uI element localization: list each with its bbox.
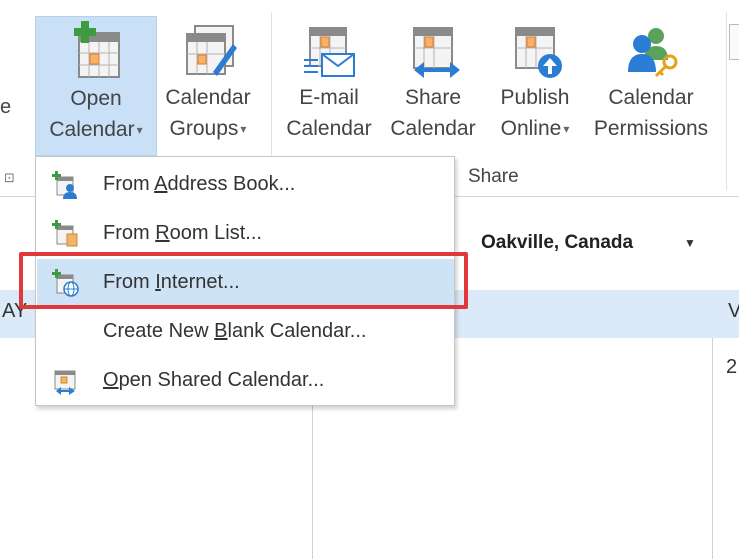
publish-online-label-2: Online [500,117,562,140]
calendar-permissions-label: Calendar [608,86,694,109]
ribbon-cut-off-text: e [0,96,12,118]
shared-calendar-icon [54,370,76,395]
calendar-permissions-button[interactable]: Calendar Permissions [585,16,717,156]
internet-calendar-icon [52,269,79,297]
calendar-groups-button[interactable]: Calendar Groups ▾ [158,16,258,156]
menu-item-from-address-book[interactable]: From Address Book... [37,161,454,210]
menu-item-from-internet[interactable]: From Internet... [37,259,454,308]
calendar-permissions-label-2: Permissions [593,117,709,140]
calendar-groups-label-2: Groups [169,117,239,140]
calendar-groups-label: Calendar [165,86,251,109]
menu-item-label: From Address Book... [103,173,296,195]
publish-online-label: Publish [500,86,570,109]
chevron-down-icon: ▾ [563,121,570,136]
share-calendar-icon [413,27,460,78]
email-calendar-icon [304,27,355,77]
dialog-launcher-icon[interactable]: ⊡ [4,170,15,186]
open-calendar-menu: From Address Book... From Room List... F… [35,156,455,406]
menu-item-label: Open Shared Calendar... [103,369,325,391]
open-calendar-button[interactable]: Open Calendar ▾ [35,16,157,156]
menu-item-open-shared-calendar[interactable]: Open Shared Calendar... [37,357,454,406]
open-calendar-label-2: Calendar [49,118,135,141]
date-number-fragment: 2 [726,356,738,378]
chevron-down-icon: ▾ [240,121,247,136]
menu-item-from-room-list[interactable]: From Room List... [37,210,454,259]
publish-online-icon [515,27,562,78]
share-calendar-label: Share [404,86,462,109]
menu-item-label: From Internet... [103,271,240,293]
weather-location[interactable]: Oakville, Canada [481,232,633,254]
share-calendar-button[interactable]: Share Calendar [383,16,483,156]
menu-item-label: Create New Blank Calendar... [103,320,367,342]
room-list-icon [52,220,78,247]
email-calendar-button[interactable]: E-mail Calendar [280,16,378,156]
share-calendar-label-2: Calendar [390,117,476,140]
chevron-down-icon[interactable]: ▼ [684,236,696,250]
address-book-icon [52,171,77,199]
email-calendar-label: E-mail [299,86,359,109]
calendar-permissions-icon [628,28,678,78]
email-calendar-label-2: Calendar [286,117,372,140]
chevron-down-icon: ▾ [136,122,143,137]
day-header-fragment: V [728,300,739,322]
publish-online-button[interactable]: Publish Online ▾ [489,16,581,156]
calendar-groups-icon [186,25,237,76]
day-header-fragment: AY [2,300,28,322]
menu-item-label: From Room List... [103,222,262,244]
menu-item-create-new-blank-calendar[interactable]: Create New Blank Calendar... [37,308,454,357]
column-divider [712,338,713,559]
open-calendar-icon [74,21,120,78]
ribbon-separator [726,12,727,190]
open-calendar-label: Open [70,87,122,110]
share-group-label: Share [468,166,519,187]
ribbon-scroll-stub[interactable] [729,24,739,60]
